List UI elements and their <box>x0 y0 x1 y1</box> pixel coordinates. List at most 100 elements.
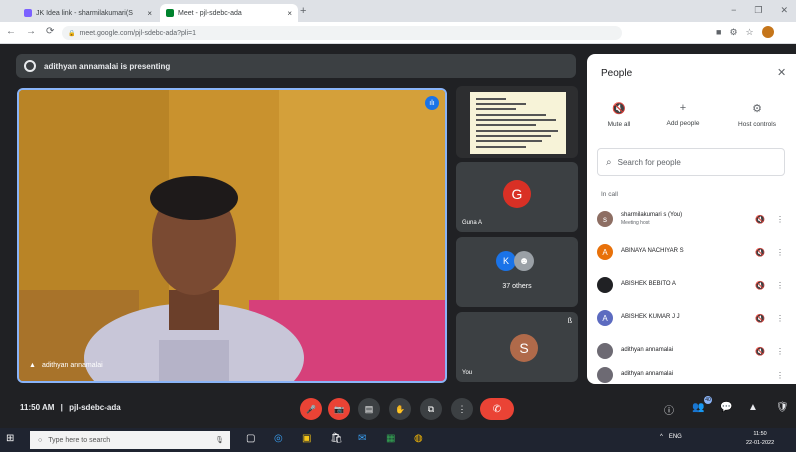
participant-tile[interactable]: G Guna A <box>456 162 578 232</box>
close-icon[interactable]: ✕ <box>777 66 786 79</box>
host-controls-icon: ⚙ <box>752 103 762 115</box>
mic-off-icon[interactable]: 🔇 <box>755 281 765 290</box>
participant-row[interactable]: A ABINAYA NACHIYAR S 🔇 ⋮ <box>597 239 787 265</box>
action-label: Mute all <box>607 121 631 128</box>
reload-icon[interactable]: ⟳ <box>46 26 54 37</box>
participant-name: sharmilakumari s (You) <box>621 211 683 218</box>
file-explorer-icon[interactable]: ▣ <box>302 433 311 444</box>
taskbar-date: 22-01-2022 <box>746 439 775 446</box>
chat-icon[interactable]: 💬 <box>720 402 732 413</box>
avatar <box>597 277 613 293</box>
others-tile[interactable]: K ☻ 37 others <box>456 237 578 307</box>
tab-favicon-icon <box>24 9 32 17</box>
captions-button[interactable]: ▤ <box>358 398 380 420</box>
nav-buttons: ← → ⟳ <box>6 26 54 37</box>
back-icon[interactable]: ← <box>6 26 16 37</box>
present-button[interactable]: ⧉ <box>420 398 442 420</box>
self-tile[interactable]: S ß You <box>456 312 578 382</box>
more-options-icon[interactable]: ⋮ <box>773 215 787 224</box>
tray-chevron-icon[interactable]: ^ <box>660 434 663 440</box>
app-icon[interactable]: ▦ <box>386 433 395 444</box>
more-options-button[interactable]: ⋮ <box>451 398 473 420</box>
host-controls-button[interactable]: ⚙ Host controls <box>727 102 787 128</box>
meeting-code: pjl-sdebc-ada <box>69 403 121 412</box>
mic-off-icon[interactable]: 🔇 <box>755 248 765 257</box>
phone-hangup-icon: ✆ <box>492 403 502 415</box>
restore-icon[interactable]: ❐ <box>754 5 762 16</box>
action-label: Add people <box>666 120 700 127</box>
people-icon[interactable]: 👥 <box>692 402 704 413</box>
windows-start-icon[interactable]: ⊞ <box>6 433 14 444</box>
mute-all-button[interactable]: 🔇 Mute all <box>589 102 649 128</box>
presenting-text: adithyan annamalai is presenting <box>44 61 171 71</box>
taskbar-search-input[interactable]: ○ Type here to search 🎙 <box>30 431 230 449</box>
taskbar-clock[interactable]: 11:50 22-01-2022 <box>746 430 774 448</box>
search-placeholder: Search for people <box>617 157 681 167</box>
profile-avatar[interactable] <box>761 26 774 38</box>
participant-row[interactable]: adithyan annamalai 🔇 ⋮ <box>597 338 787 364</box>
task-view-icon[interactable]: ▢ <box>246 433 255 444</box>
avatar: s <box>597 211 613 227</box>
tab-close-icon[interactable]: × <box>147 9 152 18</box>
main-video-tile[interactable]: ılı ▲ adithyan annamalai <box>17 88 447 383</box>
participant-row[interactable]: s sharmilakumari s (You) Meeting host 🔇 … <box>597 206 787 232</box>
participant-name: adithyan annamalai <box>621 347 674 354</box>
close-window-icon[interactable]: ✕ <box>780 5 788 16</box>
participant-name: ABISHEK BEBITO A <box>621 281 676 288</box>
camera-off-button[interactable]: 📷 <box>328 398 350 420</box>
browser-tab-2[interactable]: Meet - pjl-sdebc-ada × <box>160 4 298 22</box>
separator: | <box>60 403 63 412</box>
microphone-icon[interactable]: 🎙 <box>215 436 224 444</box>
url-field[interactable]: 🔒 meet.google.com/pjl-sdebc-ada?pli=1 <box>62 26 622 40</box>
new-tab-button[interactable]: + <box>300 5 306 17</box>
screen-share-tile[interactable] <box>456 86 578 158</box>
address-bar-icons: ■ ⚙ ☆ <box>716 26 774 38</box>
edge-icon[interactable]: ◎ <box>274 433 283 444</box>
avatar: S <box>510 334 538 362</box>
mic-off-icon[interactable]: 🔇 <box>755 347 765 356</box>
in-call-heading: In call <box>601 191 618 198</box>
more-options-icon[interactable]: ⋮ <box>773 248 787 257</box>
forward-icon[interactable]: → <box>26 26 36 37</box>
raise-hand-button[interactable]: ✋ <box>389 398 411 420</box>
more-options-icon[interactable]: ⋮ <box>773 347 787 356</box>
avatar <box>597 367 613 383</box>
raise-hand-icon: ✋ <box>395 404 405 414</box>
mail-icon[interactable]: ✉ <box>358 433 366 444</box>
more-options-icon[interactable]: ⋮ <box>773 281 787 290</box>
more-options-icon[interactable]: ⋮ <box>773 371 787 380</box>
more-vert-icon: ⋮ <box>457 403 467 414</box>
more-options-icon[interactable]: ⋮ <box>773 314 787 323</box>
participant-name: adithyan annamalai <box>41 362 103 369</box>
search-icon: ⌕ <box>606 156 612 168</box>
participant-row[interactable]: adithyan annamalai ⋮ <box>597 366 787 384</box>
taskbar-time: 11:50 <box>753 431 767 437</box>
info-icon[interactable]: ⓘ <box>664 402 674 417</box>
chrome-icon[interactable]: ◍ <box>414 433 423 444</box>
tab-close-icon[interactable]: × <box>287 9 292 18</box>
mic-off-button[interactable]: 🎤 <box>300 398 322 420</box>
minimize-icon[interactable]: − <box>731 5 736 16</box>
search-people-input[interactable]: ⌕ Search for people <box>597 148 785 176</box>
star-icon[interactable]: ☆ <box>746 27 754 38</box>
mute-icon: 🔇 <box>612 103 626 115</box>
pin-icon[interactable]: ▲ <box>29 362 36 369</box>
store-icon[interactable]: 🛍 <box>330 433 343 444</box>
avatar: ☻ <box>514 251 534 271</box>
mic-off-icon[interactable]: 🔇 <box>755 314 765 323</box>
add-people-button[interactable]: + Add people <box>653 102 713 127</box>
browser-tab-1[interactable]: JK Idea link - sharmilakumari(S × <box>18 4 158 22</box>
shared-document-thumbnail <box>470 92 566 154</box>
participant-name: ABINAYA NACHIYAR S <box>621 248 684 255</box>
extensions-icon[interactable]: ⚙ <box>729 27 737 38</box>
captions-icon: ▤ <box>364 403 374 414</box>
participant-row[interactable]: ABISHEK BEBITO A 🔇 ⋮ <box>597 272 787 298</box>
language-indicator[interactable]: ENG <box>669 434 682 440</box>
activities-icon[interactable]: ▲ <box>748 402 758 413</box>
speaking-indicator-icon: ılı <box>425 96 439 110</box>
mic-off-icon[interactable]: 🔇 <box>755 215 765 224</box>
participant-row[interactable]: A ABISHEK KUMAR J J 🔇 ⋮ <box>597 305 787 331</box>
end-call-button[interactable]: ✆ <box>480 398 514 420</box>
host-controls-icon[interactable]: 🛡 <box>776 402 789 413</box>
camera-icon[interactable]: ■ <box>716 27 721 37</box>
